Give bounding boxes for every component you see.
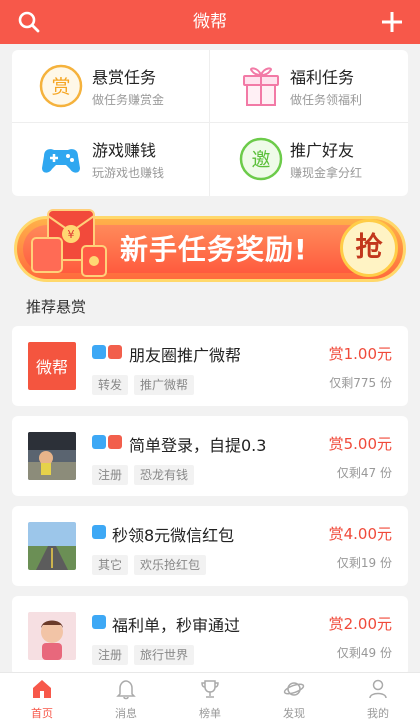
top-bar: 微帮: [0, 0, 420, 44]
bottom-tab-bar: 首页 消息 榜单 发现 我的: [0, 672, 420, 724]
trophy-icon: [201, 680, 219, 698]
task-card[interactable]: 福利单，秒审通过 注册 旅行世界 赏2.00元 仅剩49 份: [12, 596, 408, 676]
task-reward: 赏5.00元: [328, 435, 392, 453]
task-card[interactable]: 微帮 朋友圈推广微帮 转发 推广微帮 赏1.00元 仅剩775 份: [12, 326, 408, 406]
task-remaining: 仅剩775 份: [329, 376, 392, 390]
task-thumbnail: [28, 432, 76, 480]
category-grid: 赏 悬赏任务 做任务赚赏金 福利任务 做任务领福利 游戏赚钱 玩游戏也赚钱 邀: [12, 50, 408, 196]
star-badge-icon: [92, 345, 106, 359]
user-icon: [369, 679, 387, 699]
top-badge-icon: [108, 345, 122, 359]
newbie-reward-banner[interactable]: ¥ 新手任务奖励! 抢: [12, 206, 408, 286]
tab-home[interactable]: 首页: [0, 673, 84, 724]
svg-text:¥: ¥: [68, 228, 75, 241]
task-card[interactable]: 秒领8元微信红包 其它 欢乐抢红包 赏4.00元 仅剩19 份: [12, 506, 408, 586]
task-tag: 注册: [92, 465, 129, 485]
tab-discover[interactable]: 发现: [252, 673, 336, 724]
task-tags: 注册 旅行世界: [92, 644, 200, 665]
section-title: 推荐悬赏: [26, 298, 87, 316]
task-name: 福利单，秒审通过: [112, 616, 241, 635]
task-name: 简单登录，自提0.3: [129, 436, 267, 455]
tab-label: 我的: [367, 707, 389, 720]
home-icon: [33, 680, 51, 698]
task-thumbnail: 微帮: [28, 342, 76, 390]
task-badges: [92, 525, 108, 544]
category-title: 推广好友: [290, 141, 355, 160]
star-badge-icon: [92, 435, 106, 449]
task-badges: [92, 345, 124, 364]
tab-label: 首页: [31, 707, 53, 720]
plus-icon[interactable]: [380, 10, 404, 34]
category-title: 福利任务: [290, 68, 355, 87]
task-tags: 转发 推广微帮: [92, 374, 200, 395]
category-subtitle: 赚现金拿分红: [290, 166, 363, 180]
task-remaining: 仅剩47 份: [336, 466, 392, 480]
category-title: 悬赏任务: [92, 68, 157, 87]
tab-label: 消息: [115, 707, 137, 720]
category-subtitle: 做任务赚赏金: [92, 93, 165, 107]
task-reward: 赏2.00元: [328, 615, 392, 633]
app-title: 微帮: [193, 12, 227, 32]
task-remaining: 仅剩49 份: [336, 646, 392, 660]
bell-icon: [116, 680, 136, 700]
task-remaining: 仅剩19 份: [336, 556, 392, 570]
category-title: 游戏赚钱: [92, 141, 157, 160]
task-tag: 其它: [92, 555, 129, 575]
star-badge-icon: [92, 615, 106, 629]
task-tag: 注册: [92, 645, 129, 665]
invite-icon: 邀: [239, 137, 283, 181]
task-reward: 赏4.00元: [328, 525, 392, 543]
svg-text:赏: 赏: [51, 76, 70, 98]
tab-label: 发现: [283, 707, 305, 720]
star-badge-icon: [92, 525, 106, 539]
top-badge-icon: [108, 435, 122, 449]
tab-ranking[interactable]: 榜单: [168, 673, 252, 724]
task-badges: [92, 615, 108, 634]
task-reward: 赏1.00元: [328, 345, 392, 363]
grab-button[interactable]: 抢: [340, 219, 398, 277]
svg-text:邀: 邀: [251, 149, 270, 171]
banner-text: 新手任务奖励!: [120, 233, 308, 266]
tab-profile[interactable]: 我的: [336, 673, 420, 724]
bounty-coin-icon: 赏: [39, 64, 83, 108]
category-game-earn[interactable]: 游戏赚钱 玩游戏也赚钱: [12, 123, 210, 196]
tab-messages[interactable]: 消息: [84, 673, 168, 724]
task-card[interactable]: 简单登录，自提0.3 注册 恐龙有钱 赏5.00元 仅剩47 份: [12, 416, 408, 496]
category-welfare-task[interactable]: 福利任务 做任务领福利: [210, 50, 408, 123]
task-tags: 注册 恐龙有钱: [92, 464, 200, 485]
svg-text:微帮: 微帮: [36, 358, 68, 377]
task-thumbnail: [28, 612, 76, 660]
task-name: 秒领8元微信红包: [112, 526, 235, 545]
gamepad-icon: [42, 149, 80, 173]
task-tag: 推广微帮: [134, 375, 195, 395]
task-name: 朋友圈推广微帮: [129, 346, 242, 365]
task-tags: 其它 欢乐抢红包: [92, 554, 212, 575]
task-thumbnail: [28, 522, 76, 570]
category-bounty-task[interactable]: 赏 悬赏任务 做任务赚赏金: [12, 50, 210, 123]
gift-box-icon: [243, 67, 279, 106]
category-subtitle: 做任务领福利: [290, 93, 363, 107]
task-tag: 恐龙有钱: [134, 465, 195, 485]
category-invite-friends[interactable]: 邀 推广好友 赚现金拿分红: [210, 123, 408, 196]
red-envelope-icon: ¥: [31, 209, 107, 277]
tab-label: 榜单: [199, 707, 221, 720]
category-subtitle: 玩游戏也赚钱: [92, 166, 165, 180]
task-tag: 旅行世界: [134, 645, 195, 665]
task-tag: 转发: [92, 375, 129, 395]
task-tag: 欢乐抢红包: [134, 555, 207, 575]
planet-icon: [283, 682, 305, 696]
task-badges: [92, 435, 124, 454]
